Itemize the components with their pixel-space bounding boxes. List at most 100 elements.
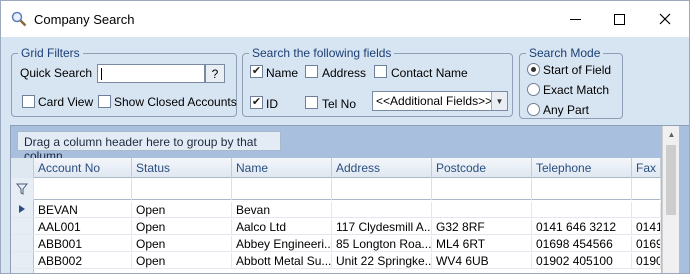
exact-match-radio[interactable] (527, 83, 540, 96)
cell-account-no: BEVAN (34, 202, 132, 218)
cell-telephone: 0141 646 3212 (532, 219, 632, 235)
show-closed-label: Show Closed Accounts (114, 95, 237, 109)
cell-address: 85 Longton Roa... (332, 236, 432, 252)
text-caret (101, 68, 102, 80)
filter-cell-status[interactable] (132, 178, 232, 200)
cell-telephone (532, 202, 632, 218)
window-title: Company Search (34, 12, 135, 27)
maximize-icon (613, 13, 625, 25)
filter-cell-name[interactable] (232, 178, 332, 200)
title-bar: Company Search (1, 1, 689, 37)
cell-telephone: 01698 454566 (532, 236, 632, 252)
results-grid: Account No Status Name Address Postcode … (11, 158, 661, 273)
close-icon (659, 13, 671, 25)
any-part-radio[interactable] (527, 103, 540, 116)
table-row[interactable]: ABB002 Open Abbott Metal Su... Unit 22 S… (11, 253, 661, 269)
contact-name-label: Contact Name (391, 66, 468, 80)
filter-row-indicator (11, 178, 34, 200)
search-mode-group: Search Mode Start of Field Exact Match A… (519, 46, 623, 119)
cell-fax (632, 202, 661, 218)
cell-address: 117 Clydesmill A... (332, 219, 432, 235)
company-search-window: Company Search Grid Filters Quick Search… (0, 0, 690, 274)
maximize-button[interactable] (597, 7, 641, 31)
cell-status: Open (132, 219, 232, 235)
filter-cell-postcode[interactable] (432, 178, 532, 200)
results-grid-area: Drag a column header here to group by th… (10, 125, 689, 273)
grid-filters-legend: Grid Filters (18, 46, 83, 60)
cell-postcode (432, 202, 532, 218)
column-header-name[interactable]: Name (232, 158, 332, 178)
cell-postcode: WV4 6UB (432, 253, 532, 269)
cell-address (332, 202, 432, 218)
start-of-field-label: Start of Field (543, 63, 612, 77)
any-part-label: Any Part (543, 103, 590, 117)
cell-name: Bevan (232, 202, 332, 218)
table-row[interactable]: BEVAN Open Bevan (11, 202, 661, 218)
column-header-address[interactable]: Address (332, 158, 432, 178)
table-row[interactable]: ABB001 Open Abbey Engineeri... 85 Longto… (11, 236, 661, 252)
cell-fax: 0169 (632, 236, 661, 252)
cell-fax: 0141 (632, 219, 661, 235)
name-label: Name (266, 66, 299, 80)
contact-name-checkbox[interactable] (374, 65, 387, 78)
search-icon (11, 11, 27, 27)
cell-postcode: ML4 6RT (432, 236, 532, 252)
filter-cell-address[interactable] (332, 178, 432, 200)
cell-name: Aalco Ltd (232, 219, 332, 235)
card-view-checkbox[interactable] (22, 95, 35, 108)
cell-address: Unit 22 Springke... (332, 253, 432, 269)
cell-name: Abbey Engineeri... (232, 236, 332, 252)
show-closed-checkbox[interactable] (98, 95, 111, 108)
scrollbar-thumb[interactable] (666, 145, 676, 215)
scroll-up-icon[interactable]: ▲ (663, 126, 680, 143)
cell-account-no: ABB001 (34, 236, 132, 252)
vertical-scrollbar[interactable]: ▲ (662, 126, 680, 273)
filter-cell-telephone[interactable] (532, 178, 632, 200)
search-fields-legend: Search the following fields (249, 46, 395, 60)
filter-cell-fax[interactable] (632, 178, 661, 200)
tel-no-checkbox[interactable] (305, 96, 318, 109)
column-header-row: Account No Status Name Address Postcode … (11, 158, 661, 178)
checkmark-icon: ✔ (251, 65, 262, 77)
minimize-button[interactable] (553, 7, 597, 31)
quick-search-help-button[interactable]: ? (205, 64, 225, 83)
column-header-account-no[interactable]: Account No (34, 158, 132, 178)
chevron-down-icon[interactable]: ▼ (491, 92, 507, 110)
tel-no-label: Tel No (322, 97, 357, 111)
cell-status: Open (132, 253, 232, 269)
cell-account-no: AAL001 (34, 219, 132, 235)
cell-fax: 0190 (632, 253, 661, 269)
table-row[interactable]: AAL001 Open Aalco Ltd 117 Clydesmill A..… (11, 219, 661, 235)
minimize-icon (569, 18, 581, 20)
id-label: ID (266, 97, 278, 111)
exact-match-label: Exact Match (543, 83, 610, 97)
additional-fields-select[interactable]: <<Additional Fields>> ▼ (372, 91, 508, 111)
quick-search-input[interactable] (97, 64, 205, 83)
filter-cell-account-no[interactable] (34, 178, 132, 200)
cell-postcode: G32 8RF (432, 219, 532, 235)
cell-status: Open (132, 202, 232, 218)
column-header-telephone[interactable]: Telephone (532, 158, 632, 178)
filter-icon[interactable] (16, 183, 28, 195)
grid-filters-group: Grid Filters Quick Search ? Card View Sh… (11, 46, 237, 117)
checkmark-icon: ✔ (251, 96, 262, 108)
card-view-label: Card View (38, 95, 94, 109)
group-by-panel[interactable]: Drag a column header here to group by th… (17, 131, 281, 163)
column-header-status[interactable]: Status (132, 158, 232, 178)
start-of-field-radio[interactable] (527, 63, 540, 76)
cell-telephone: 01902 405100 (532, 253, 632, 269)
cell-account-no: ABB002 (34, 253, 132, 269)
column-header-fax[interactable]: Fax (632, 158, 661, 178)
quick-search-label: Quick Search (20, 66, 93, 80)
address-label: Address (322, 66, 367, 80)
search-mode-legend: Search Mode (526, 46, 604, 60)
search-fields-group: Search the following fields ✔ Name Addre… (242, 46, 513, 117)
column-header-postcode[interactable]: Postcode (432, 158, 532, 178)
close-button[interactable] (643, 7, 687, 31)
cell-status: Open (132, 236, 232, 252)
id-checkbox[interactable]: ✔ (250, 96, 263, 109)
row-indicator-header (11, 158, 34, 178)
additional-fields-value: <<Additional Fields>> (376, 94, 493, 108)
address-checkbox[interactable] (305, 65, 318, 78)
name-checkbox[interactable]: ✔ (250, 65, 263, 78)
